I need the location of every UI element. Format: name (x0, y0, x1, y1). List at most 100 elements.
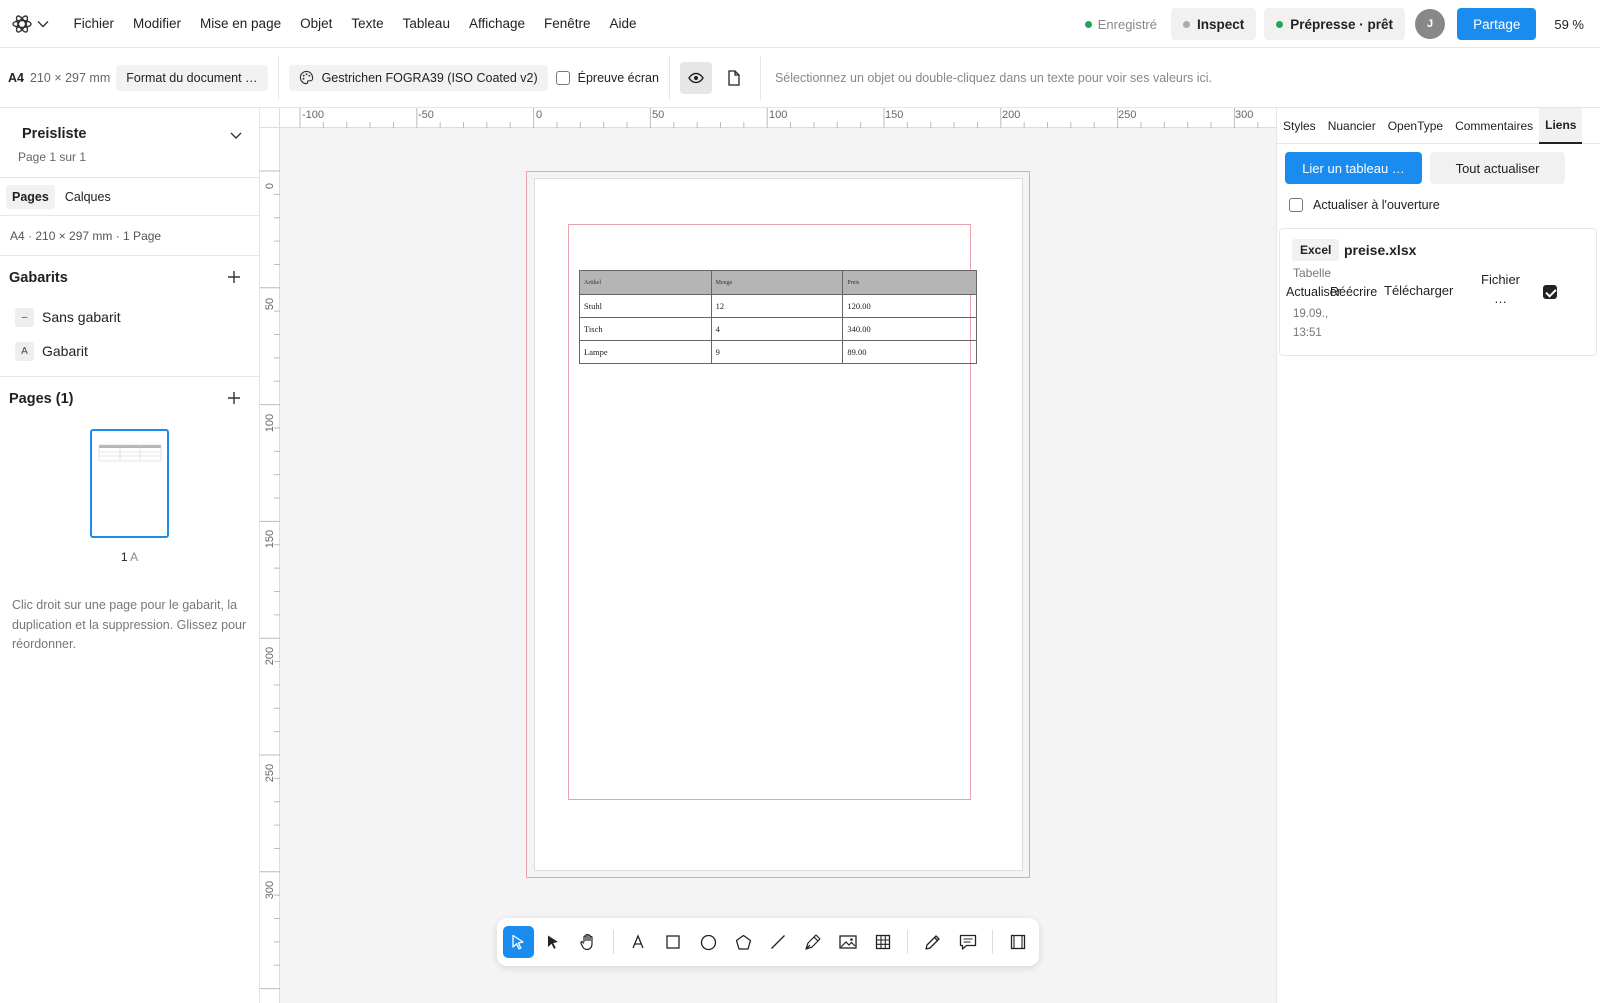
menu-text[interactable]: Texte (342, 0, 393, 48)
more-options-button[interactable]: … (1494, 291, 1507, 306)
ruler-label: 50 (264, 297, 276, 311)
text-tool[interactable] (623, 926, 654, 958)
rewrite-link-button[interactable]: Réécrire (1330, 285, 1377, 299)
share-button[interactable]: Partage (1457, 8, 1537, 40)
table-header-cell[interactable]: Preis (842, 270, 977, 295)
update-on-open-checkbox[interactable] (1289, 198, 1303, 212)
ruler-label: 50 (652, 109, 665, 121)
canvas-area[interactable]: -100 -50 0 50 100 150 200 250 300 0 50 1… (260, 108, 1276, 1003)
menu-help[interactable]: Aide (600, 0, 646, 48)
color-profile-label: Gestrichen FOGRA39 (ISO Coated v2) (321, 70, 538, 85)
hand-icon (580, 933, 593, 951)
avatar[interactable]: J (1415, 9, 1446, 39)
tab-swatches[interactable]: Nuancier (1322, 108, 1382, 144)
context-toolbar: A4 210 × 297 mm Format du document … Ges… (0, 48, 1600, 108)
comment-tool[interactable] (952, 926, 983, 958)
link-table-button[interactable]: Lier un tableau … (1285, 152, 1422, 184)
inspect-button[interactable]: Inspect (1170, 8, 1257, 40)
table-cell[interactable]: 9 (710, 340, 844, 364)
hand-tool[interactable] (573, 926, 604, 958)
update-on-open-label: Actualiser à l'ouverture (1313, 198, 1440, 212)
linked-file-card[interactable]: Excel preise.xlsx Tabelle Actualiser Réé… (1279, 228, 1597, 356)
pencil-tool[interactable] (917, 926, 948, 958)
ruler-label: 250 (264, 763, 276, 783)
update-on-open-toggle[interactable]: Actualiser à l'ouverture (1277, 184, 1600, 212)
add-page-icon[interactable] (227, 391, 241, 405)
line-icon (771, 935, 785, 949)
app-logo-icon (12, 14, 32, 33)
image-tool[interactable] (832, 926, 863, 958)
horizontal-ruler[interactable]: -100 -50 0 50 100 150 200 250 300 (280, 108, 1276, 128)
pen-icon (805, 933, 822, 950)
download-link-button[interactable]: Télécharger (1384, 283, 1453, 298)
add-template-icon[interactable] (227, 270, 241, 284)
ruler-label: 150 (264, 529, 276, 549)
tab-links[interactable]: Liens (1539, 107, 1583, 144)
tab-pages[interactable]: Pages (6, 184, 55, 209)
table-cell[interactable]: 4 (710, 317, 844, 341)
direct-select-tool[interactable] (538, 926, 569, 958)
page-button[interactable] (718, 62, 750, 94)
table-cell[interactable]: 120.00 (842, 294, 977, 318)
table-cell[interactable]: 12 (710, 294, 844, 318)
soft-proof-toggle[interactable]: Épreuve écran (555, 70, 659, 85)
page-thumbnail[interactable] (90, 429, 169, 538)
table-header-cell[interactable]: Menge (710, 270, 844, 295)
select-tool[interactable] (503, 926, 534, 958)
rectangle-tool[interactable] (658, 926, 689, 958)
table-cell[interactable]: Lampe (579, 340, 712, 364)
chevron-down-icon[interactable] (229, 128, 243, 142)
menubar-right: Enregistré Inspect Prépresse · prêt J Pa… (1084, 0, 1600, 48)
line-tool[interactable] (763, 926, 794, 958)
right-panel-tabs: Styles Nuancier OpenType Commentaires Li… (1277, 107, 1600, 144)
table-cell[interactable]: Tisch (579, 317, 712, 341)
menu-file[interactable]: Fichier (64, 0, 124, 48)
page-number: 1 (120, 550, 128, 564)
pages-help-text: Clic droit sur une page pour le gabarit,… (12, 598, 247, 651)
ellipse-tool[interactable] (693, 926, 724, 958)
document-format-button[interactable]: Format du document … (116, 64, 268, 91)
polygon-tool[interactable] (728, 926, 759, 958)
table-cell[interactable]: 89.00 (842, 340, 977, 364)
image-icon (839, 935, 857, 949)
tab-opentype[interactable]: OpenType (1382, 108, 1449, 144)
menu-object[interactable]: Objet (291, 0, 342, 48)
tool-divider (992, 930, 994, 954)
menu-edit[interactable]: Modifier (124, 0, 191, 48)
page-counter: Page 1 sur 1 (18, 150, 87, 164)
tab-layers[interactable]: Calques (59, 185, 117, 209)
page-thumbnail-item[interactable]: 1 A (0, 429, 259, 564)
frame-tool[interactable] (1002, 926, 1033, 958)
pen-tool[interactable] (797, 926, 828, 958)
file-link-button[interactable]: Fichier (1481, 272, 1520, 287)
tab-styles[interactable]: Styles (1277, 108, 1322, 144)
zoom-level[interactable]: 59 % (1554, 17, 1584, 32)
template-item-a[interactable]: A Gabarit (0, 334, 259, 368)
ruler-label: 150 (885, 109, 904, 121)
template-badge: A (15, 341, 34, 361)
app-logo-menu[interactable] (0, 0, 60, 48)
right-panel: Styles Nuancier OpenType Commentaires Li… (1276, 107, 1600, 1003)
update-all-button[interactable]: Tout actualiser (1430, 152, 1565, 184)
menu-window[interactable]: Fenêtre (535, 0, 601, 48)
menu-view[interactable]: Affichage (459, 0, 534, 48)
ruler-label: 0 (536, 109, 543, 121)
format-size: 210 × 297 mm (29, 70, 111, 85)
status-dot-icon (1084, 20, 1092, 28)
tool-divider (907, 930, 909, 954)
table-cell[interactable]: Stuhl (579, 294, 712, 318)
menu-table[interactable]: Tableau (393, 0, 459, 48)
table-tool[interactable] (867, 926, 898, 958)
document-table[interactable]: Artikel Menge Preis Stuhl 12 120.00 Tisc… (579, 270, 977, 364)
prepress-button[interactable]: Prépresse · prêt (1264, 8, 1406, 40)
link-select-checkbox[interactable] (1543, 285, 1557, 299)
table-cell[interactable]: 340.00 (842, 317, 977, 341)
preview-button[interactable] (679, 61, 712, 94)
menu-layout[interactable]: Mise en page (191, 0, 291, 48)
template-item-none[interactable]: – Sans gabarit (0, 300, 259, 334)
vertical-ruler[interactable]: 0 50 100 150 200 250 300 (260, 128, 280, 1003)
soft-proof-checkbox[interactable] (555, 70, 570, 85)
color-profile-button[interactable]: Gestrichen FOGRA39 (ISO Coated v2) (288, 64, 548, 91)
tab-comments[interactable]: Commentaires (1449, 108, 1539, 144)
table-header-cell[interactable]: Artikel (579, 270, 712, 295)
